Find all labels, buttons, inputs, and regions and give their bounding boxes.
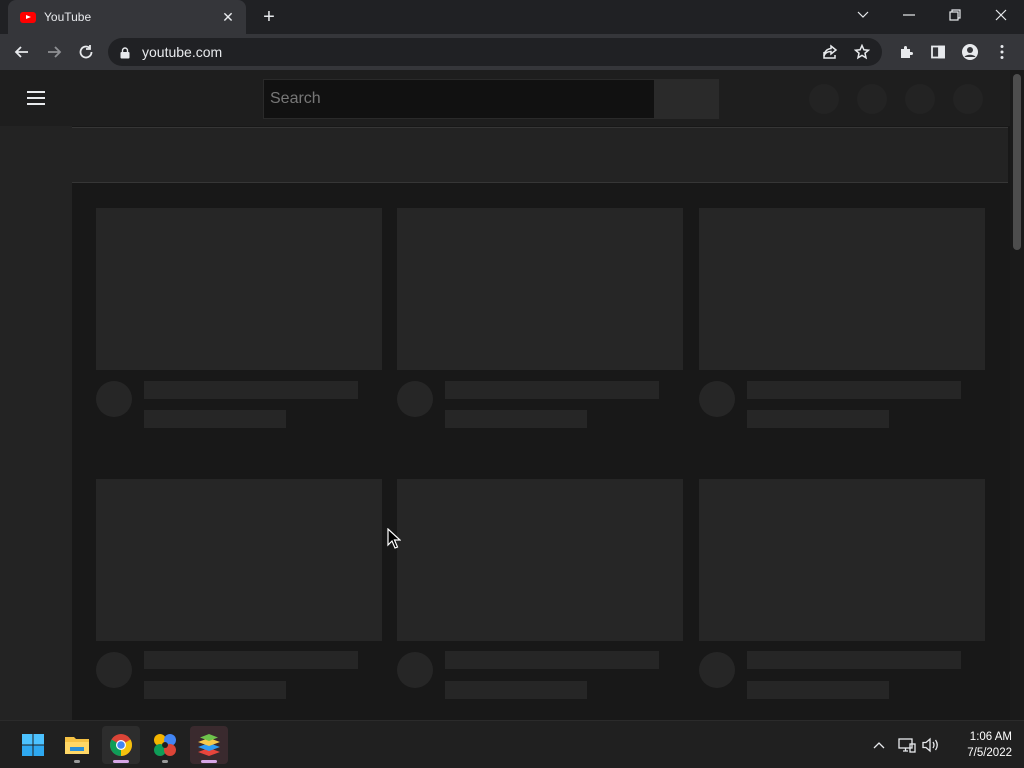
restore-icon bbox=[949, 9, 961, 21]
meta-line-placeholder bbox=[747, 410, 889, 428]
pinwheel-app-button[interactable] bbox=[146, 726, 184, 764]
menu-icon[interactable] bbox=[990, 40, 1014, 64]
profile-icon[interactable] bbox=[958, 40, 982, 64]
clock-date: 7/5/2022 bbox=[967, 747, 1012, 759]
star-icon[interactable] bbox=[850, 40, 874, 64]
meta-line-placeholder bbox=[445, 410, 587, 428]
volume-icon[interactable] bbox=[921, 735, 941, 755]
avatar-placeholder bbox=[397, 381, 433, 417]
minimize-icon bbox=[903, 14, 915, 16]
meta-line-placeholder bbox=[144, 681, 286, 699]
browser-toolbar: youtube.com bbox=[0, 34, 1024, 70]
reload-icon bbox=[79, 45, 93, 59]
windows-start-button[interactable] bbox=[14, 726, 52, 764]
taskbar-clock[interactable]: 1:06 AM 7/5/2022 bbox=[948, 729, 1012, 761]
header-icon-placeholder bbox=[953, 84, 983, 114]
meta-line-placeholder bbox=[747, 681, 889, 699]
clock-time: 1:06 AM bbox=[969, 731, 1012, 743]
extensions-icon[interactable] bbox=[894, 40, 918, 64]
forward-button[interactable] bbox=[42, 40, 66, 64]
arrow-left-icon bbox=[14, 46, 28, 58]
title-line-placeholder bbox=[445, 381, 659, 399]
show-hidden-icons-button[interactable] bbox=[869, 735, 889, 755]
minimize-button[interactable] bbox=[886, 0, 932, 30]
mouse-cursor-icon bbox=[387, 528, 401, 549]
arrow-right-icon bbox=[48, 46, 62, 58]
page-scrollbar[interactable] bbox=[1010, 70, 1024, 720]
title-line-placeholder bbox=[144, 651, 358, 669]
close-window-button[interactable] bbox=[978, 0, 1024, 30]
lock-icon bbox=[120, 46, 130, 59]
thumbnail-placeholder bbox=[96, 208, 382, 370]
avatar-placeholder bbox=[96, 381, 132, 417]
chevron-down-icon bbox=[857, 11, 869, 18]
network-icon[interactable] bbox=[897, 735, 917, 755]
title-line-placeholder bbox=[445, 651, 659, 669]
header-icon-placeholder bbox=[905, 84, 935, 114]
chevron-up-icon bbox=[873, 742, 885, 749]
avatar-placeholder bbox=[397, 652, 433, 688]
thumbnail-placeholder bbox=[699, 479, 985, 641]
thumbnail-placeholder bbox=[397, 479, 683, 641]
side-panel-icon[interactable] bbox=[926, 40, 950, 64]
back-button[interactable] bbox=[10, 40, 34, 64]
youtube-icon bbox=[20, 11, 36, 23]
sidebar-placeholder bbox=[0, 126, 72, 720]
close-icon bbox=[995, 9, 1007, 21]
meta-line-placeholder bbox=[445, 681, 587, 699]
browser-tab[interactable]: YouTube ✕ bbox=[8, 0, 246, 34]
search-input[interactable]: Search bbox=[263, 79, 655, 119]
title-line-placeholder bbox=[144, 381, 358, 399]
tab-close-button[interactable]: ✕ bbox=[220, 9, 236, 25]
windows-taskbar: 1:06 AM 7/5/2022 bbox=[0, 720, 1024, 768]
url-text: youtube.com bbox=[142, 44, 223, 60]
search-box: Search bbox=[263, 79, 719, 119]
bluestacks-icon bbox=[198, 734, 220, 756]
avatar-placeholder bbox=[96, 652, 132, 688]
tab-search-button[interactable] bbox=[840, 0, 886, 30]
youtube-page: Search bbox=[0, 70, 1024, 720]
header-icon-placeholder bbox=[809, 84, 839, 114]
tab-title: YouTube bbox=[44, 10, 92, 24]
tab-strip: YouTube ✕ + bbox=[0, 0, 1024, 34]
thumbnail-placeholder bbox=[397, 208, 683, 370]
avatar-placeholder bbox=[699, 381, 735, 417]
hamburger-menu-icon[interactable] bbox=[24, 88, 48, 108]
restore-button[interactable] bbox=[932, 0, 978, 30]
thumbnail-placeholder bbox=[699, 208, 985, 370]
reload-button[interactable] bbox=[74, 40, 98, 64]
meta-line-placeholder bbox=[144, 410, 286, 428]
header-icon-placeholder bbox=[857, 84, 887, 114]
bluestacks-button[interactable] bbox=[190, 726, 228, 764]
youtube-header: Search bbox=[0, 70, 1010, 126]
scrollbar-thumb[interactable] bbox=[1013, 74, 1021, 250]
pinwheel-app-icon bbox=[154, 734, 176, 756]
address-bar[interactable]: youtube.com bbox=[108, 38, 882, 66]
chrome-taskbar-button[interactable] bbox=[102, 726, 140, 764]
new-tab-button[interactable]: + bbox=[258, 7, 280, 29]
search-button[interactable] bbox=[655, 79, 719, 119]
thumbnail-placeholder bbox=[96, 479, 382, 641]
windows-start-icon bbox=[22, 734, 44, 756]
share-icon[interactable] bbox=[818, 40, 842, 64]
file-explorer-icon bbox=[65, 737, 89, 754]
chip-bar-placeholder bbox=[72, 127, 1008, 183]
title-line-placeholder bbox=[747, 651, 961, 669]
avatar-placeholder bbox=[699, 652, 735, 688]
file-explorer-button[interactable] bbox=[58, 726, 96, 764]
title-line-placeholder bbox=[747, 381, 961, 399]
chrome-icon bbox=[110, 734, 132, 756]
